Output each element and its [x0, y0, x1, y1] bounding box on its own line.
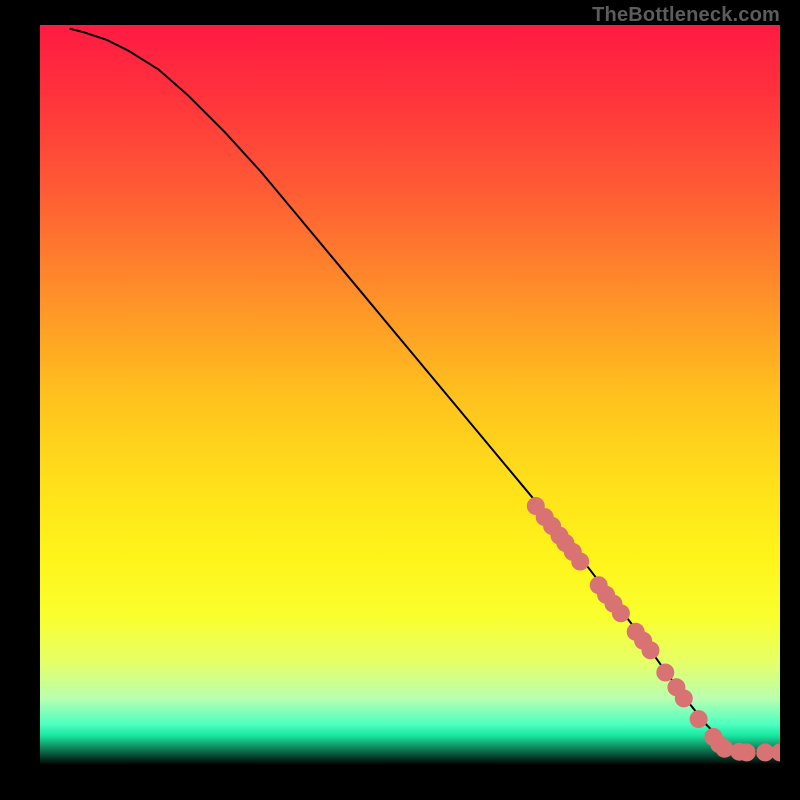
plot-area [40, 25, 780, 765]
data-point [690, 710, 708, 728]
data-point [716, 740, 734, 758]
chart-svg [40, 25, 780, 765]
data-point [612, 604, 630, 622]
data-point [738, 743, 756, 761]
chart-frame: TheBottleneck.com [0, 0, 800, 800]
data-point [675, 689, 693, 707]
data-point [656, 664, 674, 682]
watermark-text: TheBottleneck.com [592, 4, 780, 27]
gradient-background [40, 25, 780, 765]
data-point [642, 641, 660, 659]
data-point [571, 553, 589, 571]
